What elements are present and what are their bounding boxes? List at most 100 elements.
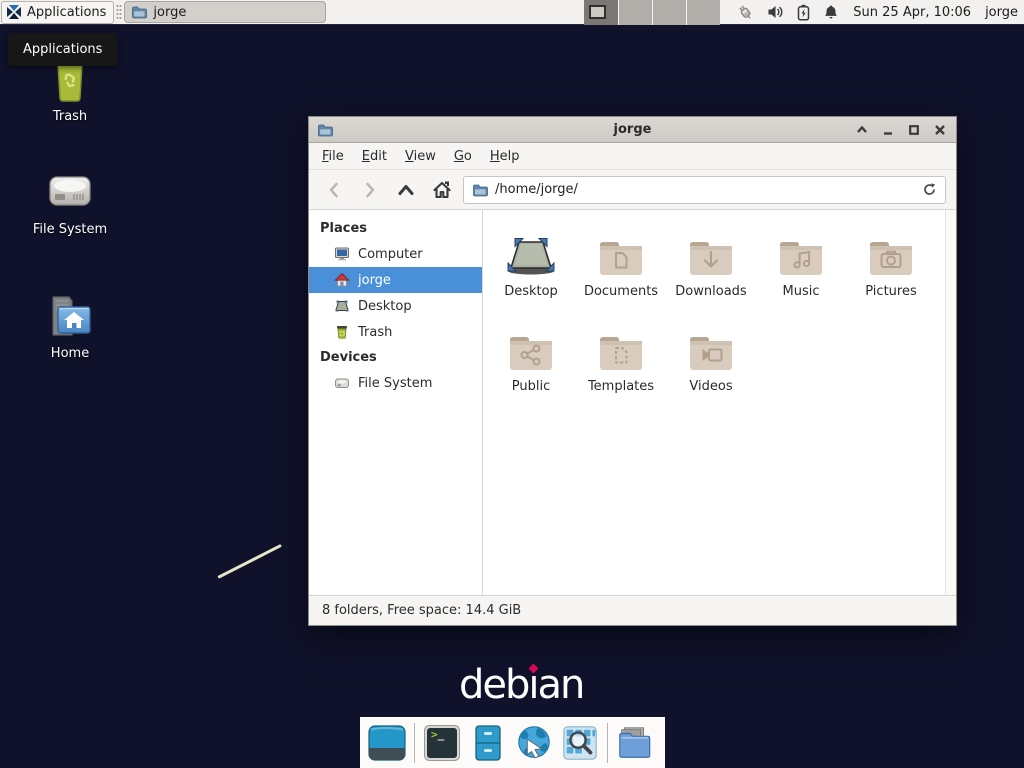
sidebar-item-label: Desktop [358, 299, 412, 314]
public-folder-icon [507, 317, 555, 373]
maximize-button[interactable] [906, 122, 922, 138]
notification-bell-icon[interactable] [823, 4, 839, 20]
window-folder-icon [317, 122, 333, 138]
file-label: Music [783, 284, 820, 299]
file-manager-window: jorge File Edit View Go Help [308, 116, 957, 626]
menu-help[interactable]: Help [481, 145, 529, 168]
statusbar: 8 folders, Free space: 14.4 GiB [309, 595, 956, 625]
statusbar-text: 8 folders, Free space: 14.4 GiB [322, 603, 521, 618]
clock[interactable]: Sun 25 Apr, 10:06 [853, 5, 971, 20]
dock-separator [414, 723, 415, 763]
battery-charging-icon[interactable] [797, 4, 810, 21]
show-desktop-button[interactable] [368, 724, 406, 762]
vertical-scrollbar[interactable] [945, 210, 956, 595]
desktop-icon-label: Home [51, 346, 89, 361]
shade-button[interactable] [854, 122, 870, 138]
workspace-3[interactable] [652, 0, 686, 25]
file-label: Downloads [675, 284, 746, 299]
desktop-icon-file-system[interactable]: File System [15, 167, 125, 237]
templates-folder-icon [597, 317, 645, 373]
downloads-folder-icon [687, 222, 735, 278]
app-finder-launcher[interactable] [561, 724, 599, 762]
debian-wordmark: debıan [459, 662, 583, 708]
username-indicator[interactable]: jorge [985, 5, 1018, 20]
volume-icon[interactable] [767, 4, 784, 20]
menu-go[interactable]: Go [445, 145, 481, 168]
wordmark-an: an [538, 662, 584, 708]
web-browser-launcher[interactable] [515, 724, 553, 762]
system-tray [736, 3, 839, 21]
drive-mini-icon [334, 375, 350, 391]
dock: >_ [360, 717, 665, 768]
desktop-icon-label: Trash [53, 109, 87, 124]
file-label: Public [512, 379, 550, 394]
titlebar[interactable]: jorge [309, 117, 956, 143]
location-bar[interactable]: /home/jorge/ [463, 176, 946, 204]
minimize-button[interactable] [880, 122, 896, 138]
file-label: Templates [588, 379, 654, 394]
taskbar-window-button[interactable]: jorge [124, 1, 326, 23]
file-item-downloads[interactable]: Downloads [666, 222, 756, 317]
sidebar-item-label: jorge [358, 273, 391, 288]
music-folder-icon [777, 222, 825, 278]
folder-icon [131, 4, 147, 20]
workspace-2[interactable] [618, 0, 652, 25]
desktop-icon-label: File System [33, 222, 107, 237]
file-cabinet-launcher[interactable] [469, 724, 507, 762]
sidebar-item-computer[interactable]: Computer [309, 241, 482, 267]
documents-folder-icon [597, 222, 645, 278]
applications-menu-label: Applications [27, 5, 106, 20]
file-manager-launcher[interactable] [616, 724, 654, 762]
workspace-switcher[interactable] [584, 0, 720, 25]
file-item-documents[interactable]: Documents [576, 222, 666, 317]
trash-mini-icon [334, 324, 350, 340]
file-item-videos[interactable]: Videos [666, 317, 756, 412]
home-folder-icon [44, 291, 96, 341]
applications-menu-button[interactable]: Applications [1, 1, 114, 24]
sidebar-item-label: Trash [358, 325, 392, 340]
home-button[interactable] [427, 176, 457, 204]
file-label: Pictures [865, 284, 916, 299]
menu-file[interactable]: File [313, 145, 353, 168]
wordmark-i: ı [528, 662, 537, 708]
desktop-icon-home[interactable]: Home [15, 291, 125, 361]
desktop-trapezoid-icon [503, 222, 559, 278]
reload-icon[interactable] [922, 182, 937, 197]
panel-right-cluster: Sun 25 Apr, 10:06 jorge [584, 0, 1024, 24]
file-item-public[interactable]: Public [486, 317, 576, 412]
file-item-music[interactable]: Music [756, 222, 846, 317]
file-item-pictures[interactable]: Pictures [846, 222, 936, 317]
sidebar-item-trash[interactable]: Trash [309, 319, 482, 345]
close-button[interactable] [932, 122, 948, 138]
terminal-launcher[interactable]: >_ [423, 724, 461, 762]
workspace-4[interactable] [686, 0, 720, 25]
back-button[interactable] [319, 176, 349, 204]
computer-icon [334, 246, 350, 262]
up-button[interactable] [391, 176, 421, 204]
file-grid: Desktop Documents [483, 210, 945, 595]
file-label: Desktop [504, 284, 558, 299]
file-item-desktop[interactable]: Desktop [486, 222, 576, 317]
file-label: Videos [689, 379, 732, 394]
sidebar-item-file-system[interactable]: File System [309, 370, 482, 396]
videos-folder-icon [687, 317, 735, 373]
menu-edit[interactable]: Edit [353, 145, 396, 168]
desktop-mini-icon [334, 298, 350, 314]
sidebar-item-label: File System [358, 376, 432, 391]
menubar: File Edit View Go Help [309, 143, 956, 170]
power-plug-icon[interactable] [736, 3, 754, 21]
file-item-templates[interactable]: Templates [576, 317, 666, 412]
sidebar-item-label: Computer [358, 247, 423, 262]
taskbar-window-label: jorge [153, 5, 186, 20]
menu-view[interactable]: View [396, 145, 445, 168]
wordmark-deb: deb [459, 662, 528, 708]
sidebar-item-jorge[interactable]: jorge [309, 267, 482, 293]
workspace-window-preview [589, 5, 606, 19]
forward-button[interactable] [355, 176, 385, 204]
panel-handle[interactable] [116, 4, 122, 20]
hard-drive-icon [44, 167, 96, 217]
workspace-1[interactable] [584, 0, 618, 25]
terminal-prompt: >_ [431, 729, 444, 740]
path-text[interactable]: /home/jorge/ [495, 182, 915, 197]
sidebar-item-desktop[interactable]: Desktop [309, 293, 482, 319]
